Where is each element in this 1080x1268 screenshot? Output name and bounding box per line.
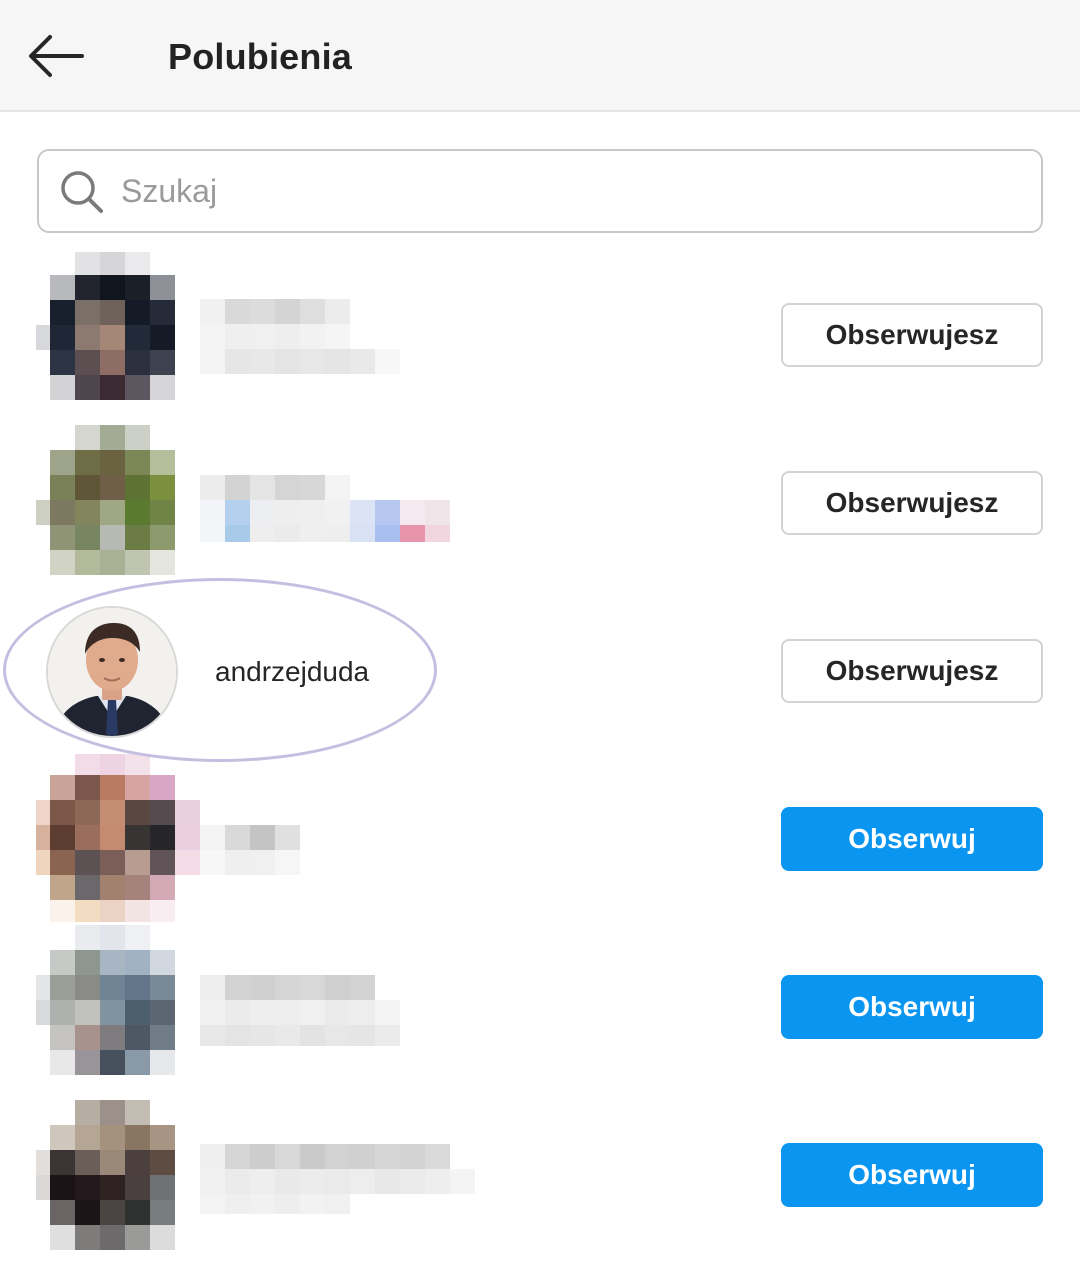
avatar[interactable] — [36, 922, 200, 1090]
list-item[interactable]: Obserwuj — [0, 1090, 1080, 1258]
avatar[interactable] — [36, 1090, 200, 1258]
top-bar: Polubienia — [0, 0, 1080, 112]
search-icon — [61, 171, 103, 213]
back-arrow-icon — [29, 35, 84, 77]
follow-button[interactable]: Obserwuj — [781, 807, 1043, 871]
follow-button[interactable]: Obserwuj — [781, 1143, 1043, 1207]
list-item[interactable]: Obserwujesz — [0, 418, 1080, 586]
page-title: Polubienia — [168, 36, 353, 77]
search-input[interactable] — [121, 165, 1021, 217]
search-box[interactable] — [37, 149, 1043, 233]
back-button[interactable] — [24, 28, 88, 84]
username-blurred — [200, 1134, 500, 1214]
avatar[interactable] — [36, 250, 200, 418]
following-button[interactable]: Obserwujesz — [781, 639, 1043, 703]
avatar[interactable] — [36, 754, 200, 922]
following-button[interactable]: Obserwujesz — [781, 471, 1043, 535]
username-blurred — [200, 966, 500, 1046]
highlight-ellipse — [3, 578, 437, 762]
list-item[interactable]: Obserwujesz — [0, 250, 1080, 418]
username-blurred — [200, 462, 500, 542]
username-blurred — [200, 798, 500, 878]
avatar[interactable] — [36, 418, 200, 586]
list-item[interactable]: Obserwuj — [0, 754, 1080, 922]
username-blurred — [200, 294, 500, 374]
follow-button[interactable]: Obserwuj — [781, 975, 1043, 1039]
list-item[interactable]: Obserwuj — [0, 922, 1080, 1090]
following-button[interactable]: Obserwujesz — [781, 303, 1043, 367]
